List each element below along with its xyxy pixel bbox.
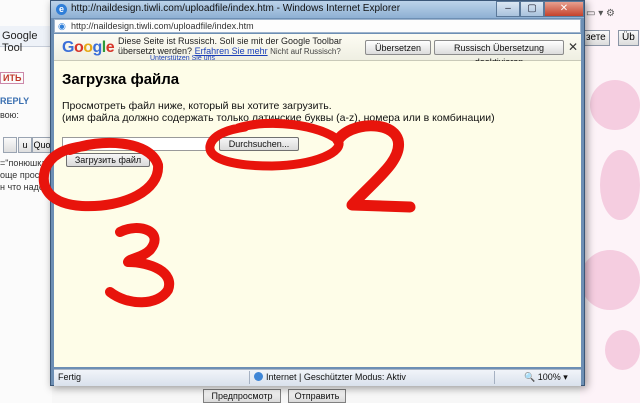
window-title: http://naildesign.tiwli.com/uploadfile/i… [71, 3, 401, 14]
internet-zone-icon [254, 372, 263, 381]
address-bar[interactable]: ◉ http://naildesign.tiwli.com/uploadfile… [54, 19, 581, 33]
ie-popup-window: e http://naildesign.tiwli.com/uploadfile… [50, 0, 585, 386]
status-divider [494, 371, 495, 384]
filename-rules-text: (имя файла должно содержать только латин… [62, 112, 495, 124]
close-icon[interactable]: ✕ [568, 40, 578, 54]
not-russian-link[interactable]: Nicht auf Russisch? [270, 47, 341, 56]
background-button-fragment[interactable]: ИТЬ [0, 72, 25, 84]
support-link[interactable]: Unterstützen Sie uns [150, 55, 215, 60]
zoom-level[interactable]: 🔍 100% ▾ [524, 372, 568, 383]
background-reply-label: REPLY [0, 96, 30, 106]
browse-button[interactable]: Durchsuchen... [219, 137, 299, 151]
upload-file-button[interactable]: Загрузить файл [66, 153, 150, 167]
translate-button[interactable]: Übersetzen [365, 40, 431, 55]
flower-decoration [590, 80, 640, 130]
address-text[interactable]: http://naildesign.tiwli.com/uploadfile/i… [71, 20, 254, 32]
status-text: Fertig [58, 372, 82, 382]
file-path-field[interactable] [62, 137, 214, 151]
flower-decoration [600, 150, 640, 220]
deactivate-translation-button[interactable]: Russisch Übersetzung deaktivieren [434, 40, 564, 67]
background-message-line: ="понюшка [0, 158, 47, 168]
security-zone[interactable]: Internet | Geschützter Modus: Aktiv [266, 372, 406, 382]
page-title: Загрузка файла [62, 71, 180, 88]
flower-decoration [580, 250, 640, 310]
background-translate-button-2[interactable]: Üb [618, 30, 639, 46]
preview-button[interactable]: Предпросмотр [203, 389, 281, 403]
background-right-decor: зете Üb ▭ ▾ ⚙ [580, 0, 640, 403]
background-left-panel: Google Tool ИТЬ REPLY вою: u Quo ="понюш… [0, 0, 52, 403]
background-format-button[interactable] [3, 137, 17, 153]
flower-decoration [605, 330, 640, 370]
google-logo: Google [62, 39, 115, 56]
send-button[interactable]: Отправить [288, 389, 346, 403]
background-tools-icon[interactable]: ▭ ▾ ⚙ [586, 8, 615, 19]
page-icon: ◉ [58, 21, 66, 31]
background-google-toolbar-label: Google Tool [2, 30, 38, 54]
google-translate-bar: Google Diese Seite ist Russisch. Soll si… [54, 34, 581, 67]
instruction-text: Просмотреть файл ниже, который вы хотите… [62, 100, 332, 112]
close-button[interactable]: ✕ [544, 1, 584, 17]
title-bar[interactable]: e http://naildesign.tiwli.com/uploadfile… [51, 1, 584, 18]
background-text-fragment: вою: [0, 110, 19, 120]
page-content: Загрузка файла Просмотреть файл ниже, ко… [54, 61, 581, 367]
status-bar: Fertig Internet | Geschützter Modus: Akt… [54, 369, 581, 386]
background-underline-button[interactable]: u [18, 137, 32, 153]
maximize-button[interactable]: ▢ [520, 1, 544, 17]
background-translate-button[interactable]: зете [582, 30, 610, 46]
ie-logo-icon: e [56, 4, 67, 15]
minimize-button[interactable]: – [496, 1, 520, 17]
translate-message: Diese Seite ist Russisch. Soll sie mit d… [118, 36, 342, 46]
background-message-line: н что надо. [0, 182, 47, 192]
status-divider [249, 371, 250, 384]
background-quote-button[interactable]: Quo [32, 137, 52, 153]
background-message-line: още просто [0, 170, 49, 180]
